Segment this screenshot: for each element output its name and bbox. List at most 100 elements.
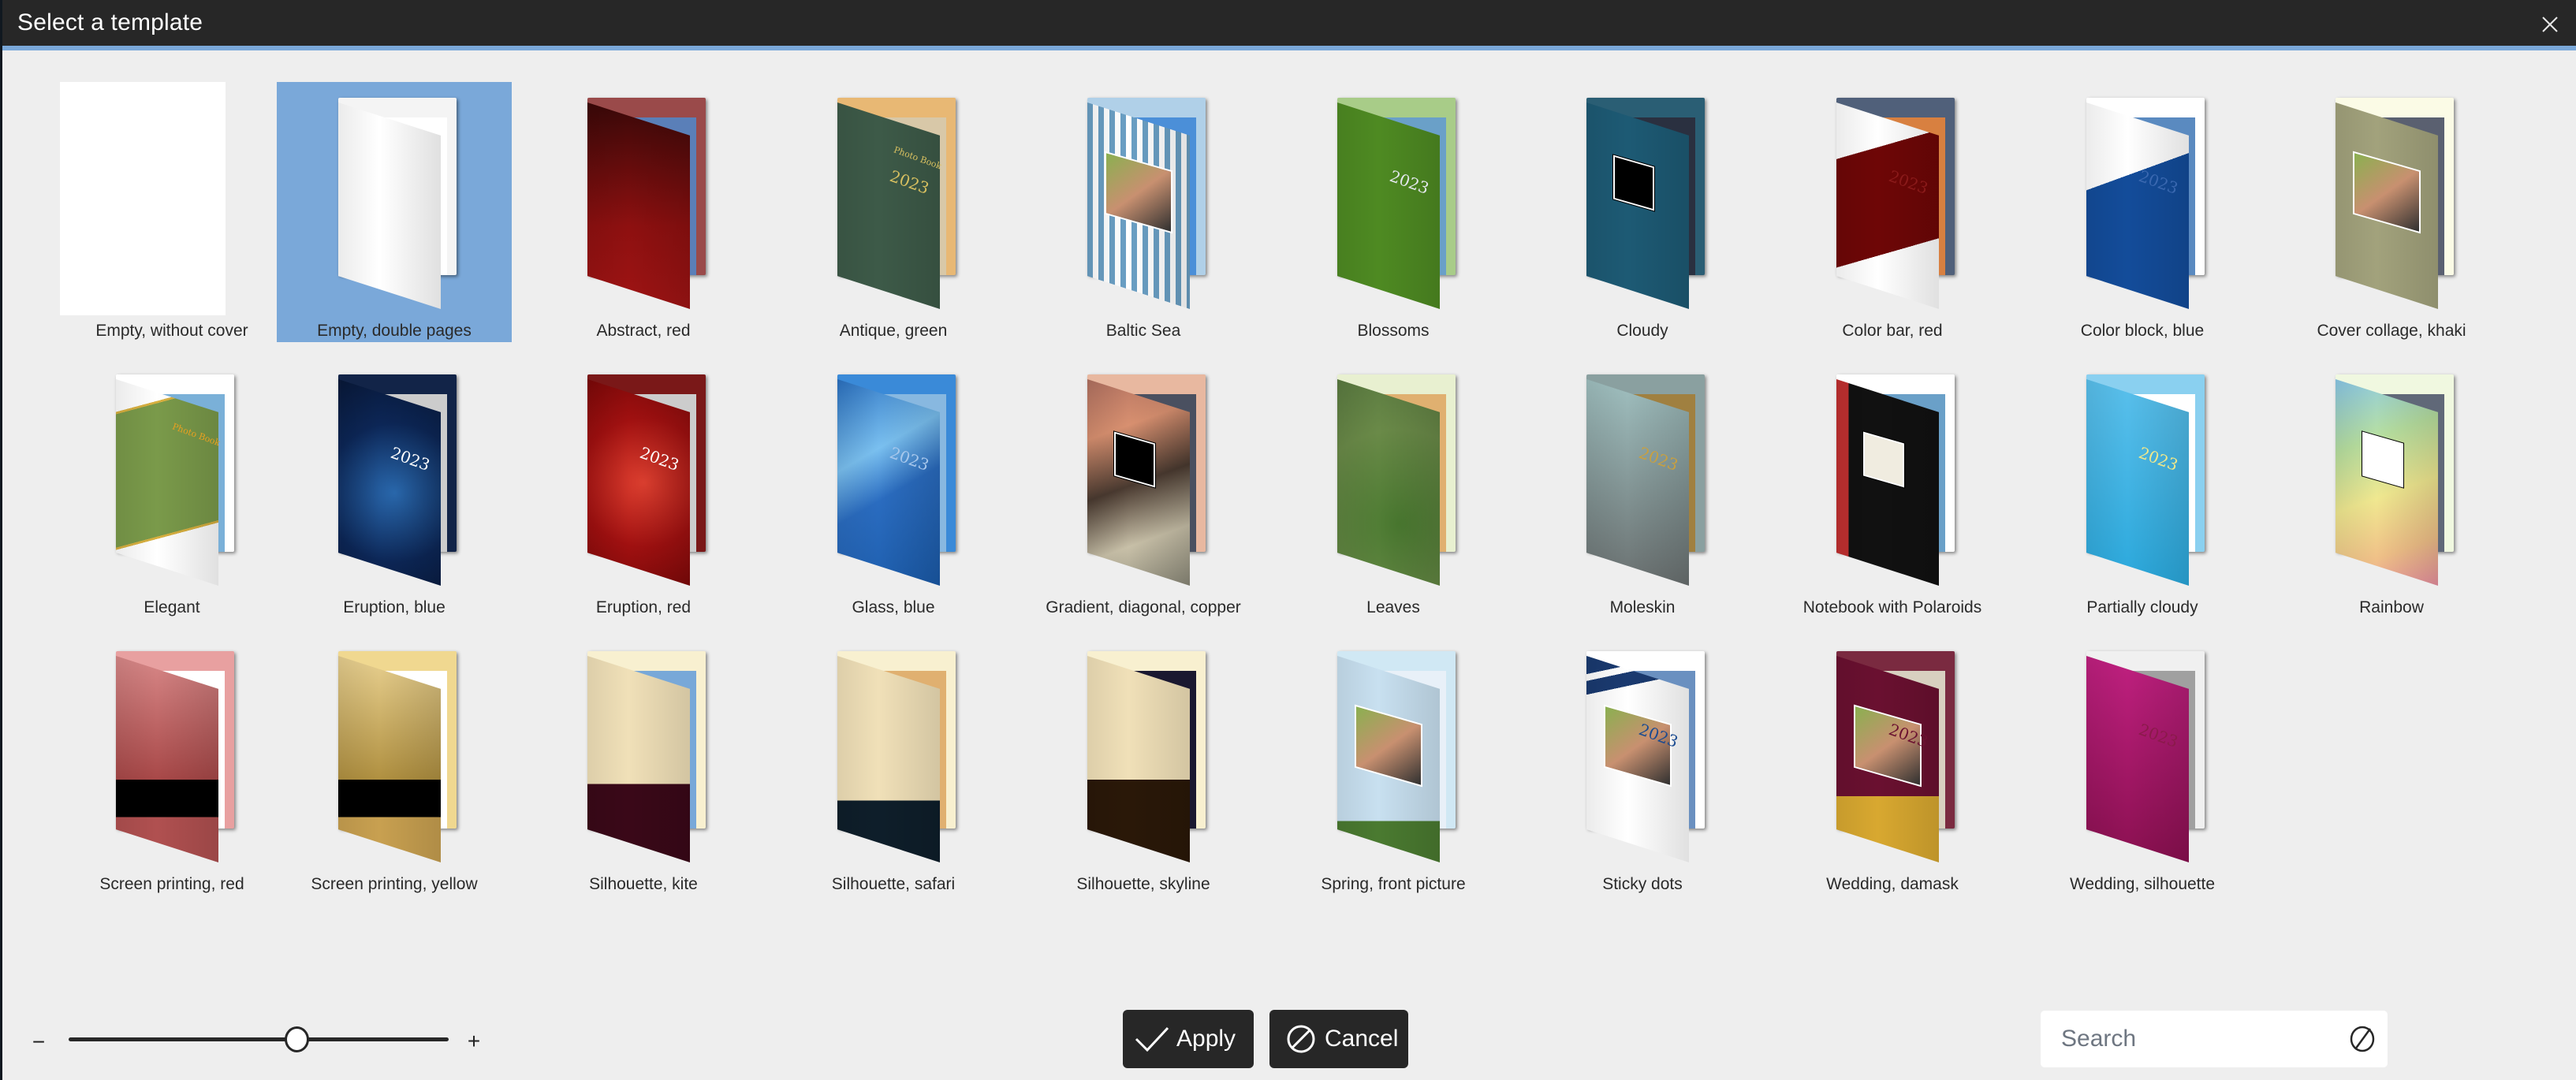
cancel-circle-icon bbox=[1287, 1025, 1315, 1053]
book-cover-preview: 2023 bbox=[1836, 98, 1963, 311]
template-thumbnail bbox=[277, 82, 512, 318]
template-tile[interactable]: Screen printing, yellow bbox=[277, 635, 512, 896]
template-tile[interactable]: 2023 Sticky dots bbox=[1525, 635, 1760, 896]
template-thumbnail bbox=[1026, 635, 1261, 872]
apply-button[interactable]: Apply bbox=[1123, 1010, 1254, 1068]
book-cover-preview bbox=[1087, 651, 1213, 864]
book-cover-preview bbox=[587, 651, 714, 864]
template-thumbnail bbox=[776, 635, 1011, 872]
book-cover-preview bbox=[1836, 374, 1963, 587]
template-tile[interactable]: Rainbow bbox=[2274, 359, 2509, 619]
template-tile[interactable]: Leaves bbox=[1276, 359, 1511, 619]
template-thumbnail: 2023 bbox=[1276, 82, 1511, 318]
zoom-slider-thumb[interactable] bbox=[285, 1026, 310, 1052]
template-thumbnail: Photo Book bbox=[54, 359, 289, 595]
template-thumbnail: 2023 bbox=[277, 359, 512, 595]
cancel-button[interactable]: Cancel bbox=[1269, 1010, 1408, 1068]
template-thumbnail: 2023 bbox=[1525, 635, 1760, 872]
template-label: Leaves bbox=[1366, 598, 1420, 616]
template-tile[interactable]: Empty, without cover bbox=[54, 82, 289, 342]
template-tile[interactable]: 2023 Moleskin bbox=[1525, 359, 1760, 619]
template-thumbnail bbox=[526, 82, 761, 318]
template-tile[interactable]: 2023 Blossoms bbox=[1276, 82, 1511, 342]
template-tile[interactable]: Photo Book 2023 Antique, green bbox=[776, 82, 1011, 342]
template-tile[interactable]: Baltic Sea bbox=[1026, 82, 1261, 342]
template-tile[interactable]: Empty, double pages bbox=[277, 82, 512, 342]
book-cover-preview: 2023 bbox=[837, 374, 964, 587]
template-label: Screen printing, red bbox=[99, 875, 244, 893]
template-tile[interactable]: 2023 Wedding, silhouette bbox=[2025, 635, 2260, 896]
template-tile[interactable]: Silhouette, skyline bbox=[1026, 635, 1261, 896]
template-thumbnail bbox=[1026, 82, 1261, 318]
book-cover-shading bbox=[587, 656, 690, 862]
zoom-in-button[interactable]: + bbox=[464, 1029, 483, 1054]
template-label: Color block, blue bbox=[2080, 322, 2205, 340]
template-tile[interactable]: 2023 Wedding, damask bbox=[1775, 635, 2010, 896]
template-label: Empty, double pages bbox=[317, 322, 472, 340]
template-thumbnail bbox=[1276, 359, 1511, 595]
template-label: Rainbow bbox=[2359, 598, 2424, 616]
template-thumbnail: 2023 bbox=[2025, 359, 2260, 595]
book-cover-preview: 2023 bbox=[1337, 98, 1463, 311]
template-tile[interactable]: 2023 Color block, blue bbox=[2025, 82, 2260, 342]
template-label: Wedding, damask bbox=[1826, 875, 1959, 893]
book-cover-preview: 2023 bbox=[2086, 651, 2213, 864]
template-tile[interactable]: 2023 Eruption, blue bbox=[277, 359, 512, 619]
book-cover-preview: 2023 bbox=[1586, 374, 1713, 587]
template-tile[interactable]: 2023 Glass, blue bbox=[776, 359, 1011, 619]
book-cover-shading bbox=[1586, 379, 1689, 586]
template-thumbnail bbox=[2274, 359, 2509, 595]
book-cover-shading bbox=[2086, 379, 2189, 586]
template-label: Glass, blue bbox=[852, 598, 935, 616]
zoom-slider-track[interactable] bbox=[69, 1037, 449, 1041]
book-cover-preview bbox=[1586, 98, 1713, 311]
search-input[interactable] bbox=[2041, 1011, 2332, 1067]
book-cover-preview: Photo Book 2023 bbox=[837, 98, 964, 311]
template-tile[interactable]: 2023 Color bar, red bbox=[1775, 82, 2010, 342]
apply-label: Apply bbox=[1176, 1026, 1236, 1052]
template-label: Cover collage, khaki bbox=[2317, 322, 2466, 340]
template-tile[interactable]: Abstract, red bbox=[526, 82, 761, 342]
book-cover-shading bbox=[837, 102, 940, 309]
template-tile[interactable]: Silhouette, kite bbox=[526, 635, 761, 896]
template-thumbnail: 2023 bbox=[2025, 82, 2260, 318]
template-label: Silhouette, skyline bbox=[1076, 875, 1210, 893]
book-cover-preview bbox=[1337, 374, 1463, 587]
book-cover-preview bbox=[1087, 98, 1213, 311]
template-label: Eruption, blue bbox=[343, 598, 445, 616]
template-label: Abstract, red bbox=[596, 322, 691, 340]
template-label: Wedding, silhouette bbox=[2069, 875, 2216, 893]
template-thumbnail: Photo Book 2023 bbox=[776, 82, 1011, 318]
template-tile[interactable]: 2023 Partially cloudy bbox=[2025, 359, 2260, 619]
zoom-out-button[interactable]: − bbox=[29, 1030, 48, 1055]
book-cover-shading bbox=[116, 656, 218, 862]
book-cover-preview bbox=[116, 651, 242, 864]
book-cover-preview bbox=[587, 98, 714, 311]
template-thumbnail bbox=[2274, 82, 2509, 318]
book-cover-preview bbox=[837, 651, 964, 864]
template-tile[interactable]: Screen printing, red bbox=[54, 635, 289, 896]
template-tile[interactable]: Notebook with Polaroids bbox=[1775, 359, 2010, 619]
book-cover-shading bbox=[1337, 379, 1440, 586]
book-cover-preview bbox=[1087, 374, 1213, 587]
template-label: Antique, green bbox=[839, 322, 948, 340]
template-thumbnail: 2023 bbox=[1525, 359, 1760, 595]
template-tile[interactable]: Silhouette, safari bbox=[776, 635, 1011, 896]
clear-search-button[interactable] bbox=[2348, 1025, 2377, 1053]
book-cover-shading bbox=[1337, 102, 1440, 309]
template-thumbnail: 2023 bbox=[776, 359, 1011, 595]
template-thumbnail bbox=[1026, 359, 1261, 595]
template-tile[interactable]: Photo Book Elegant bbox=[54, 359, 289, 619]
template-dialog: Select a template Empty, without cover Em… bbox=[2, 0, 2576, 1080]
template-label: Spring, front picture bbox=[1321, 875, 1466, 893]
book-cover-shading bbox=[837, 656, 940, 862]
template-tile[interactable]: Cover collage, khaki bbox=[2274, 82, 2509, 342]
template-thumbnail: 2023 bbox=[2025, 635, 2260, 872]
template-tile[interactable]: Cloudy bbox=[1525, 82, 1760, 342]
book-cover-shading bbox=[587, 379, 690, 586]
checkmark-icon bbox=[1135, 1026, 1169, 1052]
template-tile[interactable]: Spring, front picture bbox=[1276, 635, 1511, 896]
template-tile[interactable]: Gradient, diagonal, copper bbox=[1026, 359, 1261, 619]
close-button[interactable] bbox=[2541, 16, 2559, 33]
template-tile[interactable]: 2023 Eruption, red bbox=[526, 359, 761, 619]
